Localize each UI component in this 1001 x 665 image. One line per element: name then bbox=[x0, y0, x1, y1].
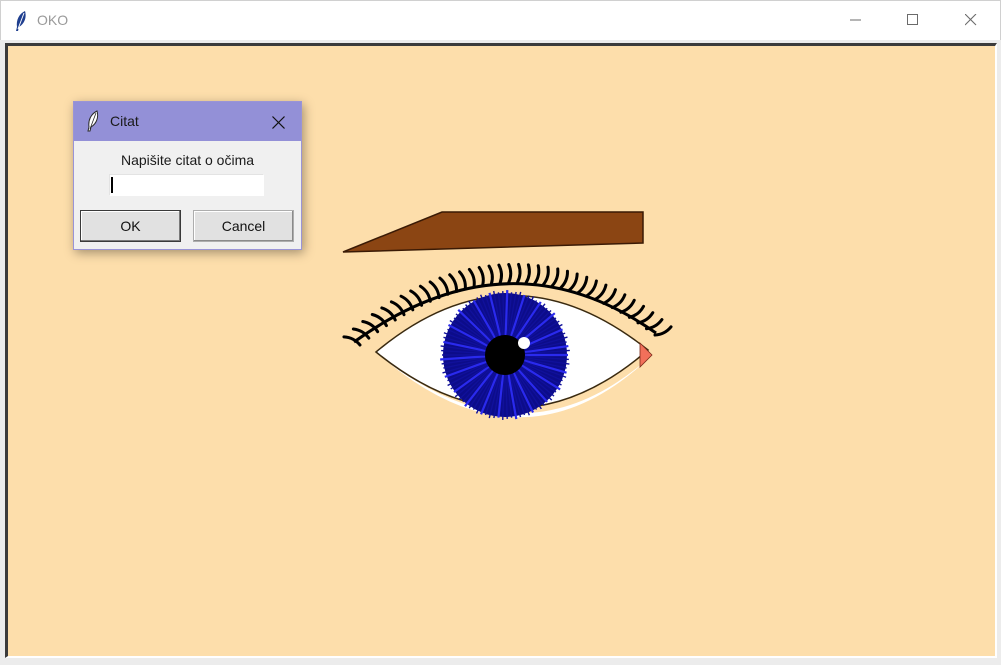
eyelash bbox=[610, 293, 627, 310]
eyelash bbox=[576, 275, 589, 295]
eyelash bbox=[507, 263, 513, 284]
eyelash bbox=[541, 265, 550, 287]
quote-input[interactable] bbox=[109, 174, 264, 196]
minimize-button[interactable] bbox=[827, 1, 885, 39]
eyelash bbox=[448, 273, 459, 293]
eyebrow-shape bbox=[342, 211, 644, 253]
eyelash bbox=[515, 262, 522, 284]
ok-button[interactable]: OK bbox=[80, 210, 181, 242]
quote-dialog: Citat Napišite citat o očima OK Cancel bbox=[73, 101, 302, 250]
eyelash bbox=[653, 325, 673, 337]
eyelash bbox=[567, 272, 579, 292]
close-icon bbox=[965, 14, 977, 26]
eyelash bbox=[428, 280, 441, 300]
feather-icon bbox=[16, 11, 26, 31]
tear-duct bbox=[639, 342, 653, 368]
window-titlebar: OKO bbox=[0, 0, 1001, 40]
minimize-icon bbox=[850, 19, 861, 21]
eyelash bbox=[602, 288, 617, 305]
eyelash bbox=[477, 266, 485, 287]
eyelash bbox=[438, 276, 450, 296]
dialog-title: Citat bbox=[110, 113, 139, 129]
maximize-button[interactable] bbox=[884, 1, 942, 39]
eyelash bbox=[487, 264, 494, 286]
eyelash bbox=[533, 264, 541, 285]
eyelash bbox=[467, 267, 476, 289]
eyelash bbox=[497, 263, 504, 285]
eyelash bbox=[619, 298, 636, 314]
close-button[interactable] bbox=[942, 1, 1000, 39]
text-caret bbox=[111, 177, 113, 193]
window-title: OKO bbox=[37, 12, 69, 28]
eyelash bbox=[584, 279, 598, 298]
eyelash bbox=[458, 270, 467, 291]
eye-highlight bbox=[518, 337, 530, 349]
eyelash bbox=[550, 267, 560, 288]
dialog-titlebar: Citat bbox=[74, 102, 301, 141]
dialog-prompt: Napišite citat o očima bbox=[120, 152, 255, 168]
close-icon bbox=[271, 115, 285, 129]
feather-icon bbox=[87, 110, 99, 132]
eyelash bbox=[559, 269, 569, 290]
dialog-close-button[interactable] bbox=[262, 108, 294, 136]
eyelash bbox=[524, 263, 531, 285]
cancel-button[interactable]: Cancel bbox=[193, 210, 294, 242]
maximize-icon bbox=[907, 14, 918, 25]
eyelash bbox=[593, 283, 608, 301]
iris-ray bbox=[504, 290, 509, 336]
